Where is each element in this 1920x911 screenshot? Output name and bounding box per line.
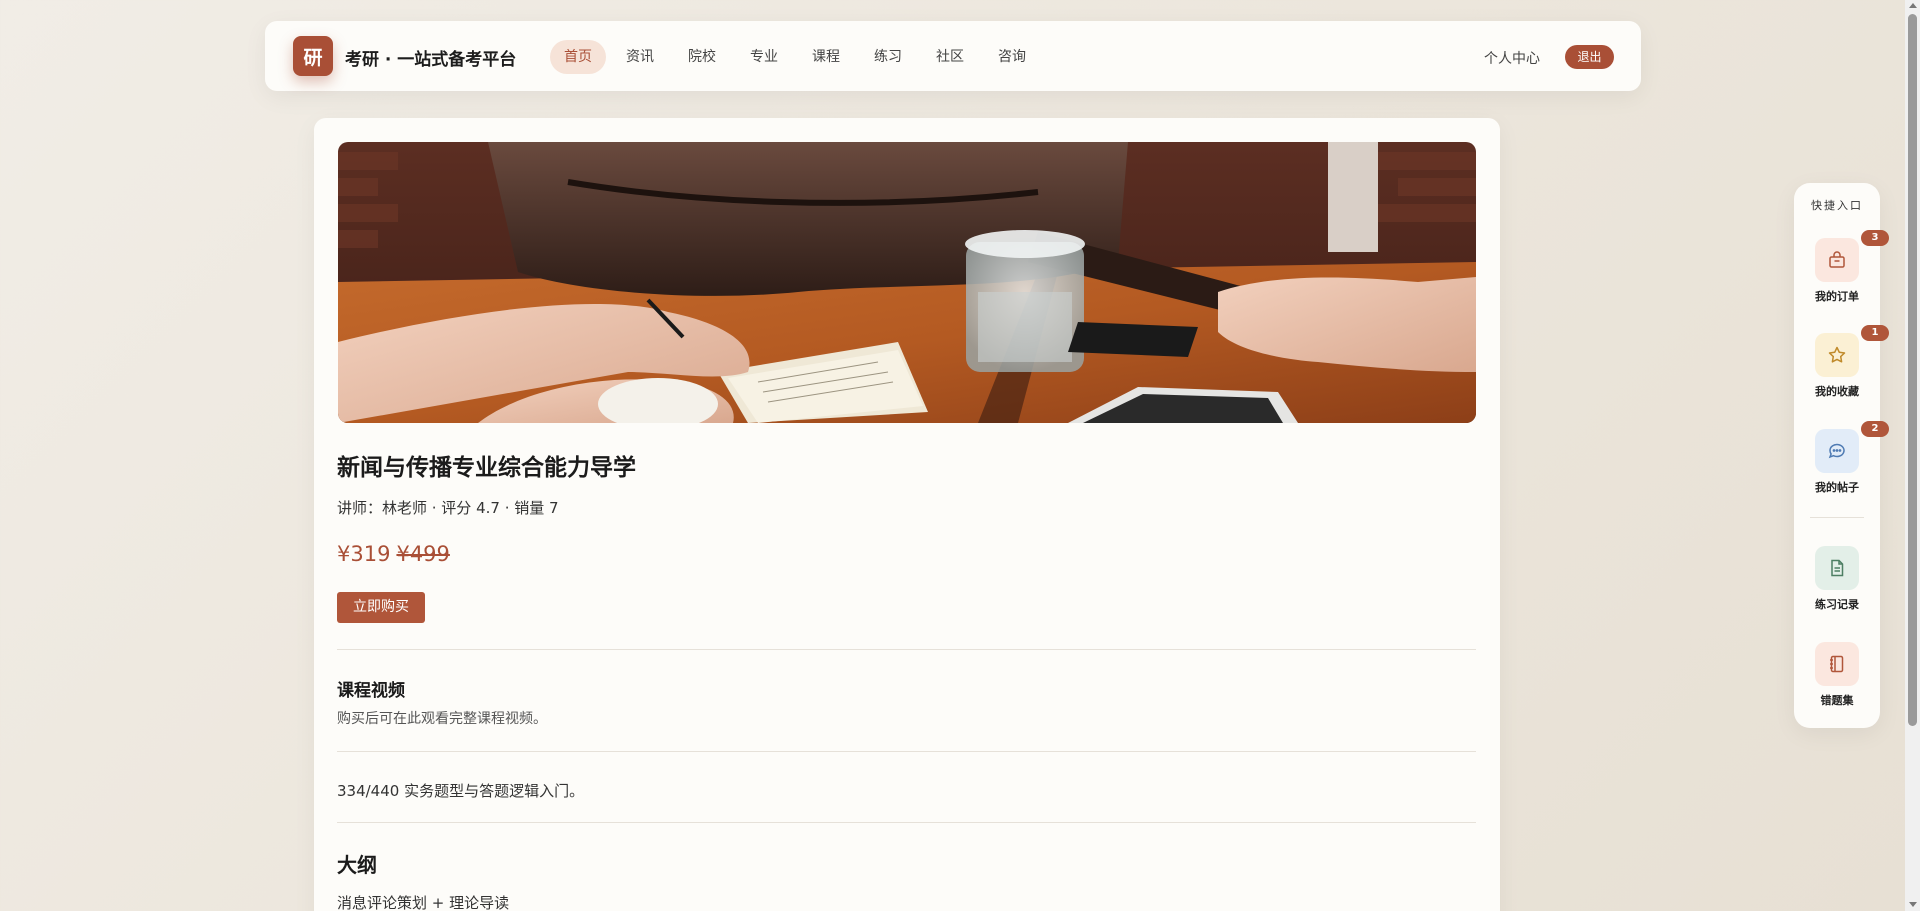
nav-consult[interactable]: 咨询 bbox=[984, 40, 1040, 74]
quick-label: 我的订单 bbox=[1815, 290, 1859, 303]
course-description: 334/440 实务题型与答题逻辑入门。 bbox=[337, 782, 585, 800]
buy-now-button[interactable]: 立即购买 bbox=[337, 592, 425, 623]
notebook-icon bbox=[1815, 642, 1859, 686]
nav-practice[interactable]: 练习 bbox=[860, 40, 916, 74]
scroll-thumb[interactable] bbox=[1908, 14, 1917, 726]
original-price: ¥499 bbox=[396, 542, 450, 566]
quick-label: 错题集 bbox=[1820, 694, 1854, 707]
course-title: 新闻与传播专业综合能力导学 bbox=[337, 455, 636, 481]
quick-item-wrong-answers[interactable]: 错题集 bbox=[1794, 642, 1880, 714]
orders-badge: 3 bbox=[1861, 230, 1889, 246]
quick-access-panel: 快捷入口 3 我的订单 1 我的收藏 2 我的帖子 练习记录 错题集 bbox=[1794, 183, 1889, 728]
outline-text: 消息评论策划 + 理论导读 bbox=[337, 894, 510, 911]
nav-majors[interactable]: 专业 bbox=[736, 40, 792, 74]
scroll-down-icon[interactable] bbox=[1909, 902, 1917, 907]
quick-label: 练习记录 bbox=[1815, 598, 1859, 611]
main-nav: 首页 资讯 院校 专业 课程 练习 社区 咨询 bbox=[550, 40, 1040, 74]
brand-name[interactable]: 考研 · 一站式备考平台 bbox=[345, 45, 516, 70]
divider bbox=[337, 751, 1476, 752]
chat-icon: 2 bbox=[1815, 421, 1889, 473]
outline-title: 大纲 bbox=[337, 853, 377, 877]
favorites-badge: 1 bbox=[1861, 325, 1889, 341]
course-cover-image bbox=[338, 142, 1476, 423]
star-icon: 1 bbox=[1815, 325, 1889, 377]
top-navbar: 研 考研 · 一站式备考平台 首页 资讯 院校 专业 课程 练习 社区 咨询 个… bbox=[265, 21, 1641, 91]
brand-logo[interactable]: 研 bbox=[293, 36, 333, 76]
scroll-up-icon[interactable] bbox=[1909, 3, 1917, 8]
nav-courses[interactable]: 课程 bbox=[798, 40, 854, 74]
divider bbox=[337, 822, 1476, 823]
quick-item-favorites[interactable]: 1 我的收藏 bbox=[1794, 325, 1889, 405]
quick-label: 我的帖子 bbox=[1815, 481, 1859, 494]
quick-divider bbox=[1810, 517, 1864, 518]
video-hint: 购买后可在此观看完整课程视频。 bbox=[337, 711, 547, 727]
nav-home[interactable]: 首页 bbox=[550, 40, 606, 74]
quick-item-orders[interactable]: 3 我的订单 bbox=[1794, 230, 1889, 310]
course-meta: 讲师：林老师 · 评分 4.7 · 销量 7 bbox=[337, 499, 559, 517]
current-price: ¥319 bbox=[337, 542, 391, 566]
quick-panel-title: 快捷入口 bbox=[1811, 199, 1863, 212]
nav-news[interactable]: 资讯 bbox=[612, 40, 668, 74]
quick-item-posts[interactable]: 2 我的帖子 bbox=[1794, 421, 1889, 501]
user-center-link[interactable]: 个人中心 bbox=[1484, 48, 1540, 68]
logout-button[interactable]: 退出 bbox=[1565, 45, 1614, 69]
price-row: ¥319 ¥499 bbox=[337, 542, 450, 566]
posts-badge: 2 bbox=[1861, 421, 1889, 437]
course-detail-card: 新闻与传播专业综合能力导学 讲师：林老师 · 评分 4.7 · 销量 7 ¥31… bbox=[314, 118, 1500, 911]
quick-label: 我的收藏 bbox=[1815, 385, 1859, 398]
quick-item-practice-records[interactable]: 练习记录 bbox=[1794, 546, 1880, 618]
video-section-title: 课程视频 bbox=[337, 681, 405, 701]
nav-schools[interactable]: 院校 bbox=[674, 40, 730, 74]
document-icon bbox=[1815, 546, 1859, 590]
vertical-scrollbar[interactable] bbox=[1905, 0, 1920, 911]
bag-icon: 3 bbox=[1815, 230, 1889, 282]
nav-community[interactable]: 社区 bbox=[922, 40, 978, 74]
divider bbox=[337, 649, 1476, 650]
